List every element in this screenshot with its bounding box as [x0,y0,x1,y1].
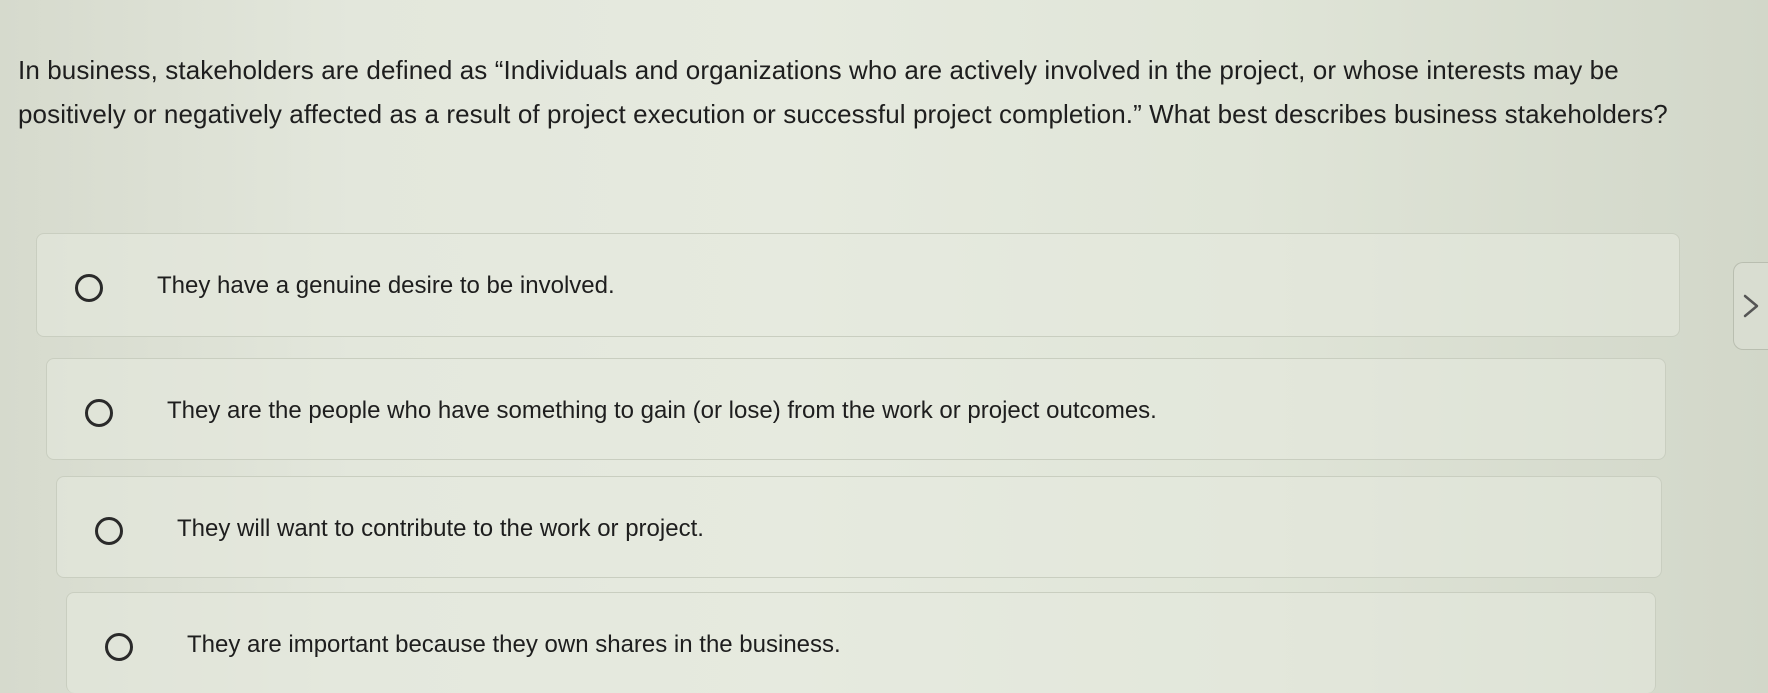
radio-button[interactable] [105,633,133,661]
answer-option-3[interactable]: They will want to contribute to the work… [56,476,1662,578]
radio-button[interactable] [85,399,113,427]
question-text: In business, stakeholders are defined as… [18,55,1668,129]
answer-label: They are the people who have something t… [167,397,1157,424]
answer-label: They have a genuine desire to be involve… [157,272,615,299]
answer-label: They are important because they own shar… [187,631,841,658]
answer-option-4[interactable]: They are important because they own shar… [66,592,1656,693]
answer-option-2[interactable]: They are the people who have something t… [46,358,1666,460]
answer-label: They will want to contribute to the work… [177,515,704,542]
radio-button[interactable] [95,517,123,545]
next-question-button[interactable] [1733,262,1768,350]
radio-button[interactable] [75,274,103,302]
answer-option-1[interactable]: They have a genuine desire to be involve… [36,233,1680,337]
chevron-right-icon [1743,294,1759,318]
